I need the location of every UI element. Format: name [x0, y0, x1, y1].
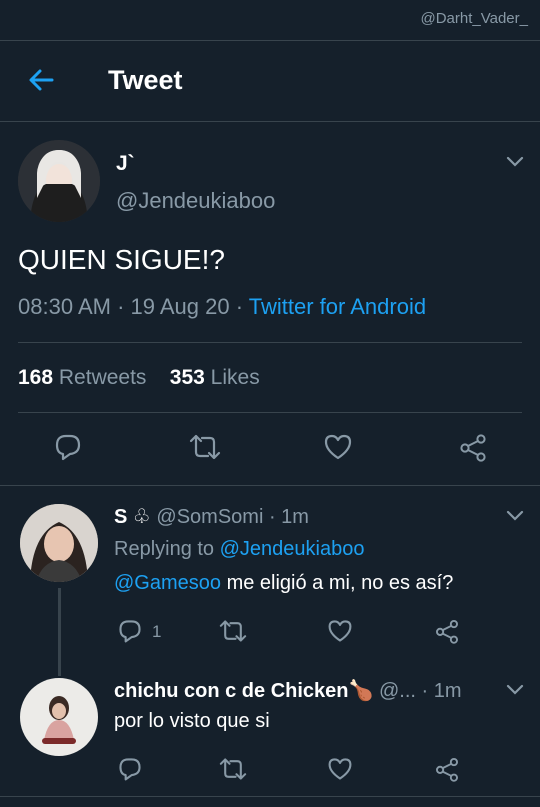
retweet-icon[interactable] [188, 432, 222, 462]
chevron-down-icon[interactable] [506, 156, 524, 168]
mention-link[interactable]: @Gamesoo [114, 572, 221, 594]
likes-count: 353 [169, 366, 205, 389]
reply-author-name[interactable]: chichu con c de Chicken🍗 [114, 680, 373, 702]
reply-author-handle[interactable]: @... [379, 680, 416, 702]
tweet-actions [0, 422, 540, 472]
retweet-icon[interactable] [218, 618, 248, 644]
retweets-label: Retweets [58, 366, 147, 389]
replying-to-line: Replying to @Jendeukiaboo [114, 538, 364, 561]
divider [0, 796, 540, 797]
page-title: Tweet [108, 65, 183, 95]
like-icon[interactable] [327, 756, 353, 782]
chevron-down-icon[interactable] [506, 684, 524, 696]
retweet-icon[interactable] [218, 756, 248, 782]
reply-header: chichu con c de Chicken🍗 @... · 1m [114, 678, 462, 703]
reply-author-handle[interactable]: @SomSomi [156, 506, 263, 528]
divider [18, 342, 522, 343]
retweets-stat[interactable]: 168 Retweets [18, 366, 146, 389]
reply-body: me eligió a mi, no es así? [221, 572, 454, 594]
tweet-timestamp: 08:30 AM · 19 Aug 20 · [18, 294, 244, 319]
tweet-text: QUIEN SIGUE!? [18, 244, 225, 275]
share-icon[interactable] [458, 432, 488, 462]
author-handle[interactable]: @Jendeukiaboo [116, 188, 275, 214]
avatar[interactable] [20, 678, 98, 756]
reply-age: · 1m [421, 680, 462, 702]
like-icon[interactable] [327, 618, 353, 644]
replying-to-label: Replying to [114, 538, 215, 560]
reply-text: @Gamesoo me eligió a mi, no es así? [114, 572, 453, 595]
reply-text: por lo visto que si [114, 710, 270, 732]
back-arrow-icon [29, 69, 54, 91]
author-name[interactable]: J` [116, 152, 135, 176]
avatar[interactable] [18, 140, 100, 222]
watermark: @Darht_Vader_ [420, 10, 528, 27]
retweets-count: 168 [18, 366, 54, 389]
reply-tweet[interactable]: chichu con c de Chicken🍗 @... · 1m por l… [0, 660, 540, 796]
tweet-stats: 168 Retweets 353 Likes [18, 366, 260, 390]
reply-header: S ♧ @SomSomi · 1m [114, 504, 309, 529]
share-icon[interactable] [434, 756, 460, 782]
like-icon[interactable] [323, 432, 353, 462]
reply-author-name[interactable]: S ♧ [114, 506, 151, 528]
reply-icon[interactable] [53, 432, 83, 462]
back-button[interactable] [24, 63, 58, 97]
tweet-meta: 08:30 AM · 19 Aug 20 · Twitter for Andro… [18, 294, 426, 320]
reply-icon[interactable] [117, 756, 143, 782]
likes-label: Likes [210, 366, 260, 389]
replying-to-handle[interactable]: @Jendeukiaboo [220, 538, 365, 560]
tweet-source[interactable]: Twitter for Android [249, 294, 426, 319]
reply-count: 1 [152, 622, 162, 641]
share-icon[interactable] [434, 618, 460, 644]
top-bar: Tweet [0, 40, 540, 122]
chevron-down-icon[interactable] [506, 510, 524, 522]
reply-age: · 1m [268, 506, 309, 528]
reply-icon[interactable] [117, 618, 143, 644]
avatar[interactable] [20, 504, 98, 582]
likes-stat[interactable]: 353 Likes [170, 366, 260, 389]
main-tweet: J` @Jendeukiaboo QUIEN SIGUE!? 08:30 AM … [0, 122, 540, 486]
reply-tweet[interactable]: S ♧ @SomSomi · 1m Replying to @Jendeukia… [0, 486, 540, 676]
divider [18, 412, 522, 413]
